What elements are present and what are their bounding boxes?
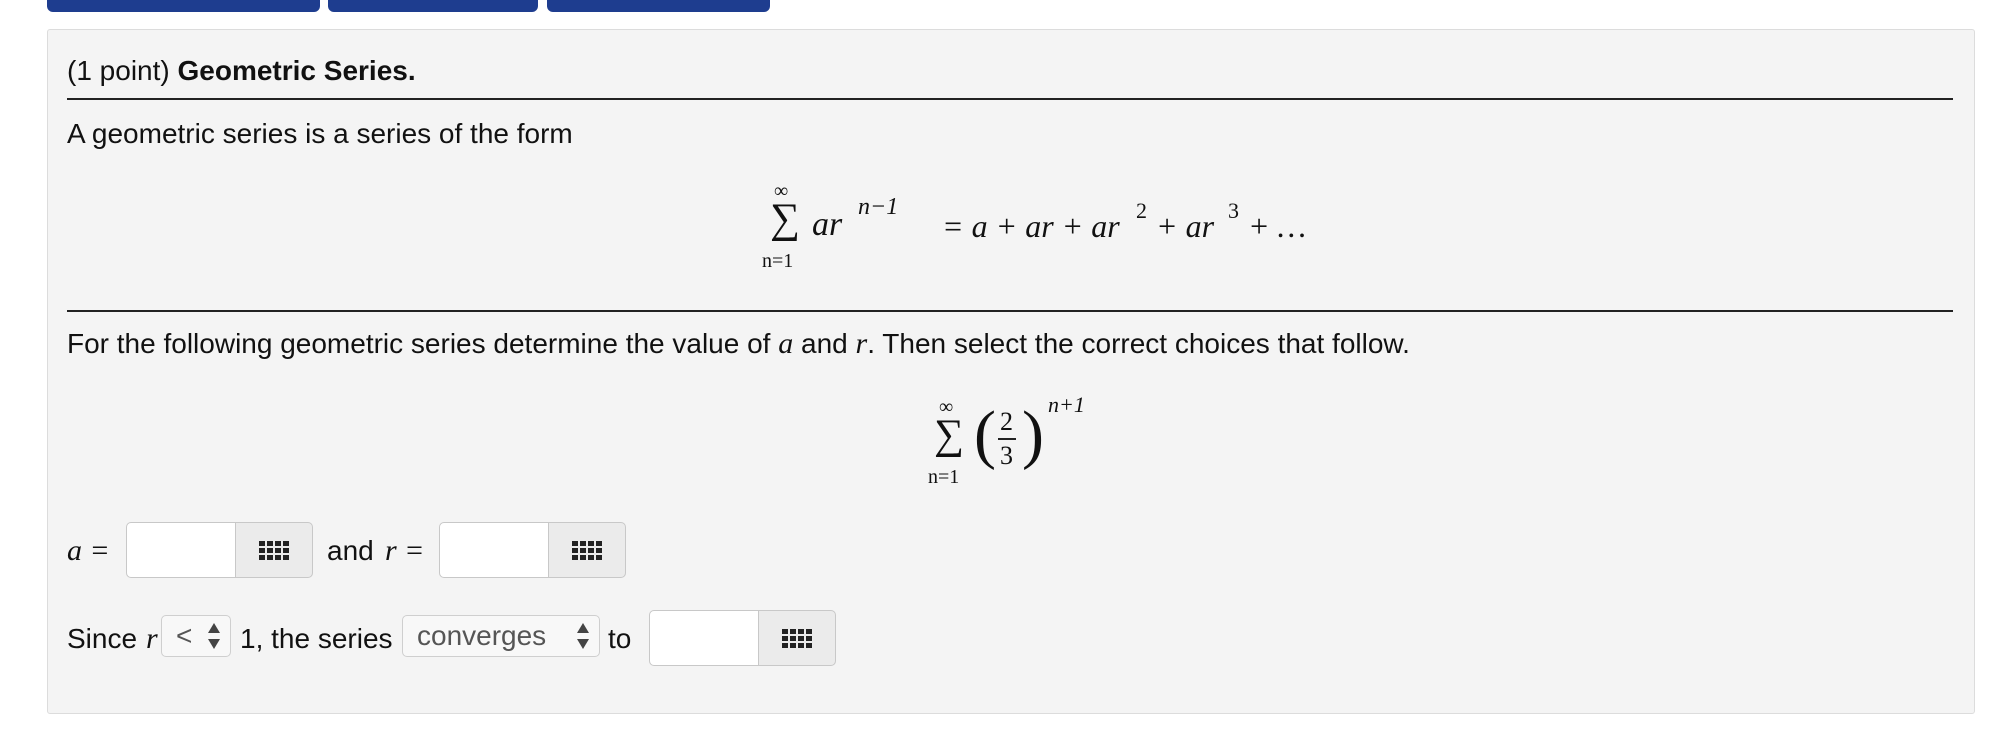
fraction-denominator: 3 xyxy=(1000,441,1013,470)
series-lower-limit: n=1 xyxy=(928,466,960,488)
behavior-selected: converges xyxy=(417,620,547,651)
instruction-var-a: a xyxy=(778,327,794,360)
grid-icon xyxy=(782,628,812,648)
instruction-after: . Then select the correct choices that f… xyxy=(867,328,1410,359)
a-input[interactable] xyxy=(126,522,236,578)
general-series-formula: ∞ ∑ n=1 ar n−1 = a + ar + ar 2 + ar 3 + … xyxy=(762,170,1322,310)
intro-text: A geometric series is a series of the fo… xyxy=(67,118,573,149)
grid-icon xyxy=(259,540,289,560)
expansion-exp3: 3 xyxy=(1228,198,1239,223)
select-arrows-icon xyxy=(208,623,220,649)
instruction-before: For the following geometric series deter… xyxy=(67,328,779,359)
a-label: a = xyxy=(67,534,110,567)
r-equation-editor-button[interactable] xyxy=(548,522,626,578)
instruction-and: and xyxy=(793,328,856,359)
since-var-r: r xyxy=(146,622,158,655)
one-the-series-label: 1, the series xyxy=(240,623,393,654)
grid-icon xyxy=(572,540,602,560)
expansion-tail: + … xyxy=(1240,208,1307,244)
sum-input[interactable] xyxy=(649,610,759,666)
nav-button-3[interactable] xyxy=(547,0,770,12)
term-exponent: n−1 xyxy=(858,194,899,220)
right-paren: ) xyxy=(1022,398,1044,471)
given-series-formula: ∞ ∑ n=1 ( 2 3 ) n+1 xyxy=(928,388,1168,518)
series-sigma-symbol: ∑ xyxy=(934,412,964,458)
comparison-select[interactable]: < xyxy=(161,615,231,657)
instruction-var-r: r xyxy=(855,327,868,360)
fraction-numerator: 2 xyxy=(1000,407,1013,436)
term-base: ar xyxy=(812,206,843,243)
since-label: Since xyxy=(67,623,138,654)
r-label: r = xyxy=(385,534,425,567)
comparison-selected: < xyxy=(176,620,193,651)
to-label: to xyxy=(608,623,632,654)
sum-equation-editor-button[interactable] xyxy=(758,610,836,666)
expansion-part2: + ar xyxy=(1148,208,1215,244)
nav-button-2[interactable] xyxy=(328,0,538,12)
instruction-text: For the following geometric series deter… xyxy=(67,327,1410,361)
problem-panel: (1 point) Geometric Series. A geometric … xyxy=(47,29,1975,714)
formula-divider xyxy=(67,310,1953,312)
sigma-symbol: ∑ xyxy=(770,196,800,242)
r-input[interactable] xyxy=(439,522,549,578)
points-label: (1 point) xyxy=(67,55,170,86)
and-label: and xyxy=(327,535,374,566)
behavior-select[interactable]: converges xyxy=(402,615,600,657)
left-paren: ( xyxy=(974,398,996,471)
a-equation-editor-button[interactable] xyxy=(235,522,313,578)
problem-title: Geometric Series. xyxy=(177,55,416,86)
top-nav xyxy=(0,0,2010,12)
fraction-bar xyxy=(998,438,1016,440)
select-arrows-icon xyxy=(577,623,589,649)
header-divider xyxy=(67,98,1953,100)
expansion-exp2: 2 xyxy=(1136,198,1147,223)
problem-header: (1 point) Geometric Series. xyxy=(67,54,416,88)
expansion-part1: = a + ar + ar xyxy=(942,208,1120,244)
series-exponent: n+1 xyxy=(1048,392,1085,417)
nav-button-1[interactable] xyxy=(47,0,320,12)
sum-lower-limit: n=1 xyxy=(762,250,794,272)
